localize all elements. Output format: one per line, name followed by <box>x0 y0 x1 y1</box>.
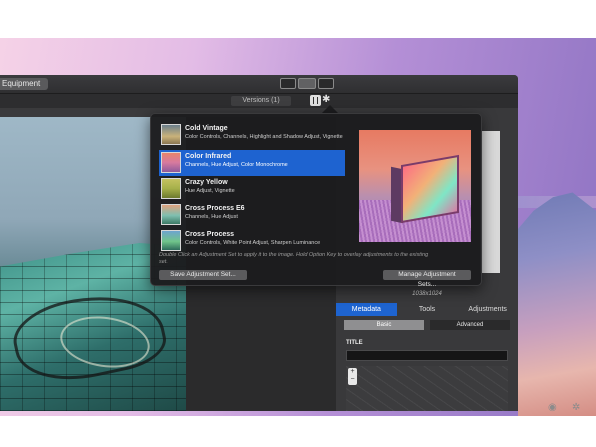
inspector-tabs: Metadata Tools Adjustments <box>336 303 518 316</box>
preset-description: Hue Adjust, Vignette <box>185 188 235 194</box>
location-map[interactable] <box>346 366 508 411</box>
zoom-out-icon[interactable]: − <box>348 376 357 384</box>
preview-wall <box>401 154 459 224</box>
preset-description: Color Controls, White Point Adjust, Shar… <box>185 240 321 246</box>
view-toggle-icon[interactable] <box>280 78 296 89</box>
equipment-tab[interactable]: Equipment <box>0 78 49 90</box>
preset-description: Channels, Hue Adjust, Color Monochrome <box>185 162 288 168</box>
zoom-in-icon[interactable]: + <box>348 368 357 376</box>
preset-title: Cross Process <box>185 231 235 238</box>
wallpaper-mountain <box>518 192 596 416</box>
preset-thumbnail <box>161 230 181 251</box>
blank-area-bottom <box>0 416 596 447</box>
preset-item[interactable]: Cold Vintage Color Controls, Channels, H… <box>159 122 345 148</box>
metadata-segmented-control: Basic Advanced <box>344 320 510 330</box>
preset-item-selected[interactable]: Color Infrared Channels, Hue Adjust, Col… <box>159 150 345 176</box>
preset-title: Color Infrared <box>185 153 232 160</box>
view-toggle <box>280 78 334 89</box>
preset-thumbnail <box>161 124 181 145</box>
map-zoom-controls: + − <box>348 368 357 385</box>
adjustment-preview-image <box>359 130 471 242</box>
title-label: TITLE <box>346 340 363 346</box>
versions-button[interactable]: Versions (1) <box>231 96 291 106</box>
preset-description: Color Controls, Channels, Highlight and … <box>185 134 343 140</box>
view-toggle-icon[interactable] <box>298 78 316 89</box>
manage-adjustment-sets-button[interactable]: Manage Adjustment Sets... <box>383 270 471 288</box>
title-bar: Equipment <box>0 75 518 94</box>
segment-basic[interactable]: Basic <box>344 320 424 330</box>
image-dimensions: 1038x1024 <box>412 291 442 297</box>
popover-arrow <box>322 105 338 113</box>
blank-area-top <box>0 0 596 38</box>
preset-item[interactable]: Crazy Yellow Hue Adjust, Vignette <box>159 176 345 202</box>
tab-adjustments[interactable]: Adjustments <box>457 303 518 316</box>
preset-title: Cold Vintage <box>185 125 228 132</box>
preset-thumbnail <box>161 178 181 199</box>
preset-title: Crazy Yellow <box>185 179 228 186</box>
title-input[interactable] <box>346 350 508 361</box>
view-toggle-icon[interactable] <box>318 78 334 89</box>
eye-icon[interactable]: ◉ <box>548 402 562 414</box>
segment-advanced[interactable]: Advanced <box>430 320 510 330</box>
tab-tools[interactable]: Tools <box>397 303 458 316</box>
preset-item[interactable]: Cross Process Color Controls, White Poin… <box>159 228 345 254</box>
adjustment-sets-popover: Cold Vintage Color Controls, Channels, H… <box>150 113 482 288</box>
tab-metadata[interactable]: Metadata <box>336 303 397 316</box>
preset-title: Cross Process E6 <box>185 205 245 212</box>
settings-icon[interactable]: ✲ <box>572 402 586 414</box>
popover-hint-text: Double Click an Adjustment Set to apply … <box>159 252 429 265</box>
save-adjustment-set-button[interactable]: Save Adjustment Set... <box>159 270 247 280</box>
adjustments-icon[interactable] <box>310 95 321 106</box>
preset-thumbnail <box>161 152 181 173</box>
preset-description: Channels, Hue Adjust <box>185 214 238 220</box>
preset-thumbnail <box>161 204 181 225</box>
preset-item[interactable]: Cross Process E6 Channels, Hue Adjust <box>159 202 345 228</box>
inspector-preview-frame <box>480 131 500 273</box>
bottom-right-icons: ◉ ✲ <box>548 402 586 414</box>
